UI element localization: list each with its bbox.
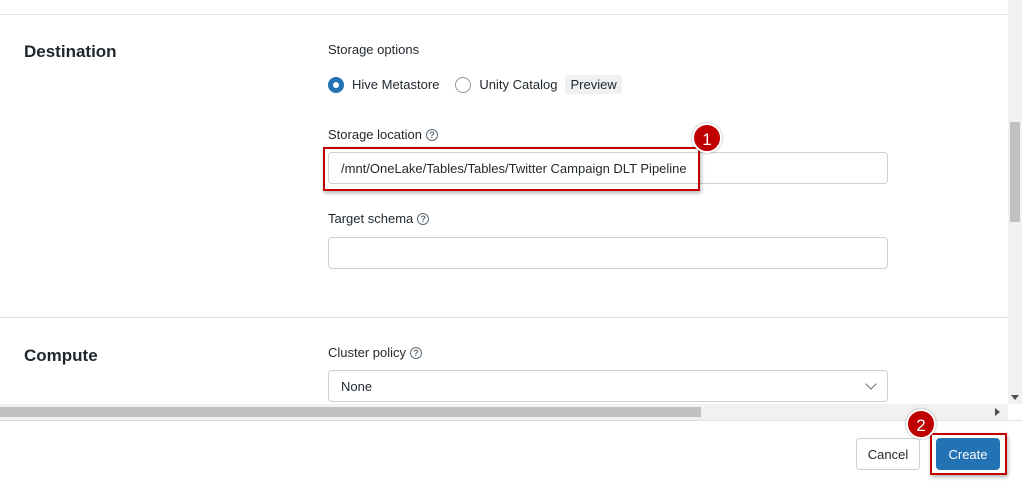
annotation-callout-1: 1	[692, 123, 722, 153]
annotation-highlight-create-button	[930, 433, 1007, 475]
cancel-button[interactable]: Cancel	[856, 438, 920, 470]
scroll-right-arrow-icon[interactable]	[995, 408, 1000, 416]
storage-options-label: Storage options	[328, 42, 419, 57]
scroll-down-arrow-icon[interactable]	[1011, 395, 1019, 400]
storage-location-label-text: Storage location	[328, 127, 422, 142]
help-circle-icon[interactable]: ?	[425, 128, 438, 141]
help-circle-icon[interactable]: ?	[417, 212, 430, 225]
vertical-scrollbar-thumb[interactable]	[1010, 122, 1020, 222]
cluster-policy-selected-value[interactable]: None	[341, 379, 372, 394]
vertical-scrollbar[interactable]	[1008, 0, 1022, 404]
chevron-down-icon[interactable]	[865, 378, 877, 390]
cluster-policy-label-text: Cluster policy	[328, 345, 407, 360]
radio-hive-metastore[interactable]: Hive Metastore	[328, 76, 439, 93]
radio-hive-metastore-label[interactable]: Hive Metastore	[352, 77, 439, 92]
pipeline-settings-panel: Destination Storage options Hive Metasto…	[0, 0, 1008, 404]
radio-unchecked-icon[interactable]	[455, 76, 472, 93]
cluster-policy-label: Cluster policy ?	[328, 345, 423, 360]
target-schema-label-text: Target schema	[328, 211, 414, 226]
annotation-highlight-storage-location	[323, 147, 700, 191]
radio-unity-catalog[interactable]: Unity Catalog	[455, 76, 557, 93]
compute-section-title: Compute	[24, 346, 98, 365]
scrollbar-corner	[1008, 404, 1022, 420]
target-schema-label: Target schema ?	[328, 211, 430, 226]
radio-checked-icon[interactable]	[328, 76, 344, 93]
section-divider	[0, 14, 1008, 15]
target-schema-input[interactable]	[328, 237, 888, 269]
cluster-policy-select[interactable]: None	[328, 370, 888, 402]
horizontal-scrollbar[interactable]	[0, 404, 1008, 420]
destination-section-title: Destination	[24, 42, 117, 61]
storage-options-label-text: Storage options	[328, 42, 420, 57]
section-divider	[0, 317, 1008, 318]
preview-badge: Preview	[565, 75, 622, 94]
storage-options-radio-group: Hive Metastore Unity Catalog Preview	[328, 75, 622, 94]
horizontal-scrollbar-thumb[interactable]	[0, 407, 701, 417]
help-circle-icon[interactable]: ?	[410, 346, 423, 359]
annotation-callout-2: 2	[906, 409, 936, 439]
radio-unity-catalog-label[interactable]: Unity Catalog	[479, 77, 557, 92]
storage-location-label: Storage location ?	[328, 127, 438, 142]
